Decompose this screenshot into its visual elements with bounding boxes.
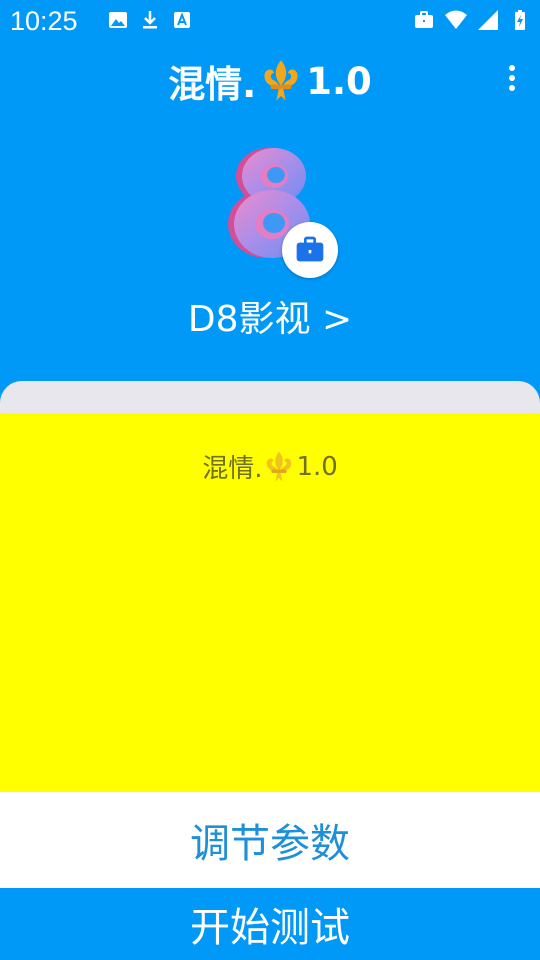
start-test-button[interactable]: 开始测试 xyxy=(0,888,540,960)
app-bar: 混情. 1.0 xyxy=(0,46,540,116)
app-title-suffix: 1.0 xyxy=(306,59,372,103)
panel-title-suffix: 1.0 xyxy=(296,451,338,482)
app-store-icon xyxy=(174,12,190,28)
app-name-link[interactable]: D8影视 > xyxy=(0,290,540,342)
work-profile-badge xyxy=(282,222,338,278)
work-briefcase-icon xyxy=(296,236,324,262)
status-system-icons xyxy=(412,8,532,32)
battery-charging-icon xyxy=(515,10,525,30)
panel-title-prefix: 混情. xyxy=(202,454,263,484)
image-icon xyxy=(109,12,127,28)
status-bar: 10:25 xyxy=(0,0,540,44)
app-title-prefix: 混情. xyxy=(168,63,257,106)
adjust-parameters-button[interactable]: 调节参数 xyxy=(0,792,540,888)
fleur-de-lis-icon xyxy=(267,451,292,481)
wifi-icon xyxy=(445,10,467,29)
app-title: 混情. 1.0 xyxy=(0,54,540,108)
status-notification-icons xyxy=(106,8,194,32)
fleur-de-lis-icon xyxy=(264,60,298,101)
work-briefcase-icon xyxy=(415,11,433,28)
cell-signal-icon xyxy=(478,10,498,30)
panel-title: 混情. 1.0 xyxy=(0,448,540,485)
status-time: 10:25 xyxy=(10,6,78,36)
more-vertical-icon[interactable] xyxy=(502,60,522,96)
download-icon xyxy=(143,11,157,29)
